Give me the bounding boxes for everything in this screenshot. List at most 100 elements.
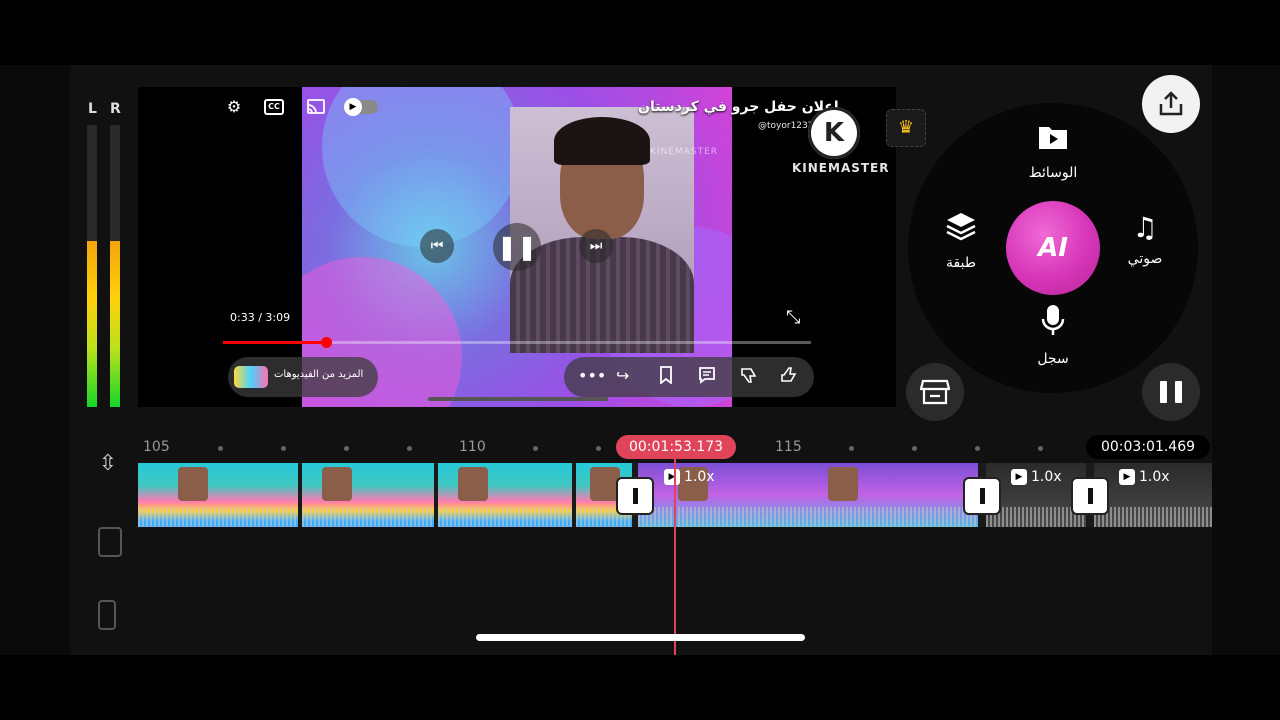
- ai-button[interactable]: AI: [1006, 201, 1100, 295]
- toggle-knob: ▶: [344, 98, 362, 116]
- video-progress-bar[interactable]: [223, 337, 811, 348]
- timeline-pause-button[interactable]: [1142, 363, 1200, 421]
- media-button[interactable]: الوسائط: [1018, 123, 1088, 181]
- play-icon: ▶: [1119, 469, 1135, 485]
- speed-label: 1.0x: [1031, 469, 1062, 485]
- ruler-tick: [596, 446, 601, 451]
- export-icon[interactable]: [1142, 75, 1200, 133]
- bookmark-icon[interactable]: [658, 366, 674, 388]
- more-videos-button[interactable]: المزيد من الفيديوهات: [228, 357, 378, 397]
- audio-waveform: [438, 507, 572, 527]
- clip-speed-tag[interactable]: ▶ 1.0x: [664, 469, 715, 491]
- handle-grip: [633, 488, 638, 504]
- ruler-tick: [407, 446, 412, 451]
- vu-right-bar: [110, 125, 120, 407]
- track-collapse-icon[interactable]: [98, 600, 116, 630]
- timeline-expand-icon[interactable]: ⇳: [92, 451, 124, 476]
- next-icon[interactable]: ⏭: [579, 229, 613, 263]
- kinemaster-logo: K: [808, 107, 860, 159]
- crown-icon[interactable]: ♛: [886, 109, 926, 147]
- speed-label: 1.0x: [1139, 469, 1170, 485]
- more-icon[interactable]: •••: [578, 366, 606, 385]
- vu-right-level: [110, 240, 120, 407]
- ruler-tick: [1038, 446, 1043, 451]
- ruler-tick: [912, 446, 917, 451]
- more-videos-thumbnail: [234, 366, 268, 388]
- video-actions: ••• ↪: [564, 357, 814, 397]
- clip-face: [178, 467, 208, 501]
- comment-icon[interactable]: [698, 366, 716, 388]
- clip-thumbnail[interactable]: [302, 463, 434, 527]
- audio-waveform: [1094, 507, 1212, 527]
- layer-label: طبقة: [946, 255, 976, 271]
- ruler-label: 105: [143, 439, 170, 455]
- cc-icon[interactable]: CC: [264, 99, 284, 115]
- like-icon[interactable]: [780, 366, 798, 388]
- playhead[interactable]: [674, 457, 676, 655]
- ruler-label: 115: [775, 439, 802, 455]
- speed-label: 1.0x: [684, 469, 715, 485]
- record-button[interactable]: سجل: [1018, 303, 1088, 367]
- progress-scrubber[interactable]: [320, 337, 332, 348]
- share-icon[interactable]: ↪: [616, 366, 629, 385]
- media-wheel: الوسائط ♫ صوتي طبقة سجل AI: [908, 103, 1198, 393]
- clip-thumbnail[interactable]: [138, 463, 298, 527]
- layer-button[interactable]: طبقة: [926, 211, 996, 271]
- ruler-tick: [281, 446, 286, 451]
- ruler-tick: [849, 446, 854, 451]
- store-icon[interactable]: [906, 363, 964, 421]
- audio-button[interactable]: ♫ صوتي: [1110, 211, 1180, 267]
- vu-left-level: [87, 240, 97, 407]
- clip-face: [458, 467, 488, 501]
- play-icon: ▶: [664, 469, 680, 485]
- ruler-tick: [218, 446, 223, 451]
- vu-left-label: L: [88, 101, 97, 117]
- layers-icon: [926, 211, 996, 249]
- more-videos-label: المزيد من الفيديوهات: [274, 369, 364, 380]
- vu-left-bar: [87, 125, 97, 407]
- audio-label: صوتي: [1127, 251, 1163, 267]
- clip-speed-tag[interactable]: ▶ 1.0x: [1011, 469, 1062, 491]
- transition-handle[interactable]: [1071, 477, 1109, 515]
- previous-icon[interactable]: ⏮: [420, 229, 454, 263]
- handle-grip: [1088, 488, 1093, 504]
- clip-speed-tag[interactable]: ▶ 1.0x: [1119, 469, 1170, 491]
- person-hair: [554, 117, 650, 165]
- ruler-tick: [344, 446, 349, 451]
- clip-thumbnail[interactable]: [438, 463, 572, 527]
- ruler-label: 110: [459, 439, 486, 455]
- audio-waveform: [138, 507, 298, 527]
- ruler-tick: [533, 446, 538, 451]
- progress-fill: [223, 341, 326, 344]
- collapse-icon[interactable]: ⤡: [786, 307, 800, 328]
- settings-icon[interactable]: ⚙: [224, 99, 244, 115]
- pause-bar: [1175, 381, 1182, 403]
- current-time-badge: 00:01:53.173: [616, 435, 736, 459]
- dislike-icon[interactable]: [740, 366, 758, 388]
- preview-home-indicator: [428, 397, 608, 401]
- handle-grip: [980, 488, 985, 504]
- video-time: 0:33 / 3:09: [230, 311, 291, 324]
- transition-handle[interactable]: [963, 477, 1001, 515]
- music-note-icon: ♫: [1132, 211, 1158, 244]
- track-toggle-icon[interactable]: [98, 527, 122, 557]
- media-folder-icon: [1018, 123, 1088, 159]
- video-title: إعلان حفل جرو في كردستان: [638, 99, 839, 115]
- video-preview[interactable]: KINEMASTER ⚙ CC ▶ إعلان حفل جرو في كردست…: [138, 87, 896, 407]
- transition-handle[interactable]: [616, 477, 654, 515]
- home-indicator: [476, 634, 805, 641]
- kinemaster-logo-text: KINEMASTER: [792, 161, 890, 175]
- watermark-text: KINEMASTER: [650, 147, 719, 157]
- ruler-tick: [975, 446, 980, 451]
- pause-icon[interactable]: ❚❚: [493, 223, 541, 271]
- audio-waveform: [638, 507, 978, 527]
- play-icon: ▶: [1011, 469, 1027, 485]
- autoplay-toggle[interactable]: ▶: [344, 98, 378, 116]
- record-label: سجل: [1037, 351, 1069, 367]
- clip-face: [828, 467, 858, 501]
- audio-waveform: [302, 507, 434, 527]
- pause-bar: [1160, 381, 1167, 403]
- microphone-icon: [1018, 303, 1088, 345]
- cast-icon[interactable]: [306, 99, 326, 115]
- vu-right-label: R: [110, 101, 121, 117]
